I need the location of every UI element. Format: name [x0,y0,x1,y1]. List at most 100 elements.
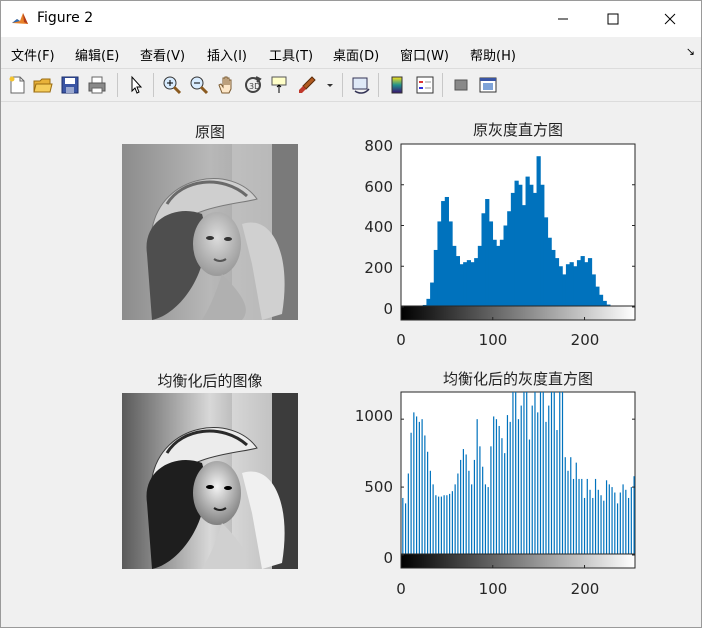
histogram-bar [506,415,509,555]
menu-bar: 文件(F) 编辑(E) 查看(V) 插入(I) 工具(T) 桌面(D) 窗口(W… [1,39,701,67]
histogram-bar [600,495,602,555]
eq-hist-title: 均衡化后的灰度直方图 [442,370,593,388]
histogram-bar [437,221,442,307]
figure-window: Figure 2 文件(F) 编辑(E) 查看(V) 插入(I) 工具(T) 桌… [0,0,702,628]
histogram-bar [611,487,613,555]
histogram-bar [479,446,481,555]
histogram-bar [404,503,407,555]
histogram-bar [454,484,456,555]
menu-edit[interactable]: 编辑(E) [75,45,119,64]
zoom-in-icon[interactable] [161,74,183,96]
histogram-bar [430,282,435,307]
figure-toolbar: 3D [1,68,701,102]
close-button[interactable] [647,1,693,37]
eq-hist-ytick: 0 [383,549,393,567]
histogram-bar [460,459,462,555]
histogram-bar [572,478,575,555]
show-plot-tools-icon[interactable] [477,74,499,96]
zoom-out-icon[interactable] [188,74,210,96]
eq-hist-xtick: 100 [478,580,508,598]
original-portrait-image [122,144,298,320]
histogram-bar [619,492,621,555]
histogram-bar [435,495,437,555]
histogram-bar [523,392,525,555]
rotate-3d-icon[interactable]: 3D [242,74,264,96]
new-figure-icon[interactable] [6,74,28,96]
histogram-bar [518,184,523,307]
brush-icon[interactable] [296,74,318,96]
histogram-bar [539,392,542,555]
histogram-bar [537,412,539,555]
histogram-bar [410,432,412,555]
histogram-bar [554,258,560,307]
toolbar-separator [378,73,379,97]
dock-arrow-icon[interactable]: ↘ [686,45,695,58]
colorbar-icon[interactable] [386,74,408,96]
maximize-button[interactable] [590,1,636,37]
hide-plot-tools-icon[interactable] [450,74,472,96]
histogram-bar [444,196,449,307]
histogram-bar [608,484,610,555]
histogram-bar [481,213,486,307]
histogram-bar [471,484,473,555]
histogram-bar [470,262,475,307]
save-icon[interactable] [59,74,81,96]
toolbar-separator [442,73,443,97]
histogram-bar [581,478,583,555]
histogram-bar [575,462,577,555]
menu-tools[interactable]: 工具(T) [269,45,313,64]
histogram-bar [580,256,585,307]
histogram-bar [569,262,574,307]
histogram-bar [525,176,530,307]
menu-window[interactable]: 窗口(W) [400,45,449,64]
menu-insert[interactable]: 插入(I) [207,45,247,64]
histogram-bar [520,405,522,555]
open-file-icon[interactable] [32,74,54,96]
orig-hist-plot [400,143,636,321]
orig-hist-ytick: 200 [364,259,393,277]
menu-file[interactable]: 文件(F) [11,45,55,64]
histogram-bar [438,496,440,555]
histogram-bar [416,416,418,555]
histogram-bar [548,405,550,555]
minimize-button[interactable] [540,1,586,37]
eq-hist-ytick: 1000 [354,407,393,425]
menu-help[interactable]: 帮助(H) [470,45,516,64]
brush-dropdown-icon[interactable] [323,74,337,96]
histogram-bar [517,419,520,555]
histogram-bar [536,156,541,307]
histogram-bar [457,473,459,555]
pan-icon[interactable] [215,74,237,96]
orig-hist-xtick: 100 [478,331,508,349]
histogram-bar [495,419,498,555]
orig-hist-xtick: 200 [570,331,600,349]
print-icon[interactable] [86,74,108,96]
legend-icon[interactable] [414,74,436,96]
histogram-bar [559,392,561,555]
data-cursor-icon[interactable] [269,74,291,96]
histogram-bar [532,192,538,307]
histogram-bar [429,470,431,555]
histogram-bar [586,478,588,555]
menu-view[interactable]: 查看(V) [140,45,185,64]
orig-hist-ytick: 400 [364,218,393,236]
histogram-bar [492,239,497,307]
histogram-bar [441,201,446,307]
histogram-bar [503,225,508,307]
orig-hist-ytick: 800 [364,137,393,155]
toolbar-separator [117,73,118,97]
histogram-bar [595,286,600,307]
original-image [122,144,298,320]
histogram-bar [521,205,527,307]
equalized-image [122,393,298,569]
histogram-bar [493,416,495,555]
link-plot-icon[interactable] [350,74,372,96]
histogram-bar [526,392,528,555]
histogram-bar [561,392,564,555]
histogram-bar [466,260,472,307]
original-image-title: 原图 [194,123,225,141]
pointer-icon[interactable] [125,74,147,96]
histogram-bar [418,421,420,555]
histogram-bar [622,484,624,555]
menu-desktop[interactable]: 桌面(D) [333,45,379,64]
